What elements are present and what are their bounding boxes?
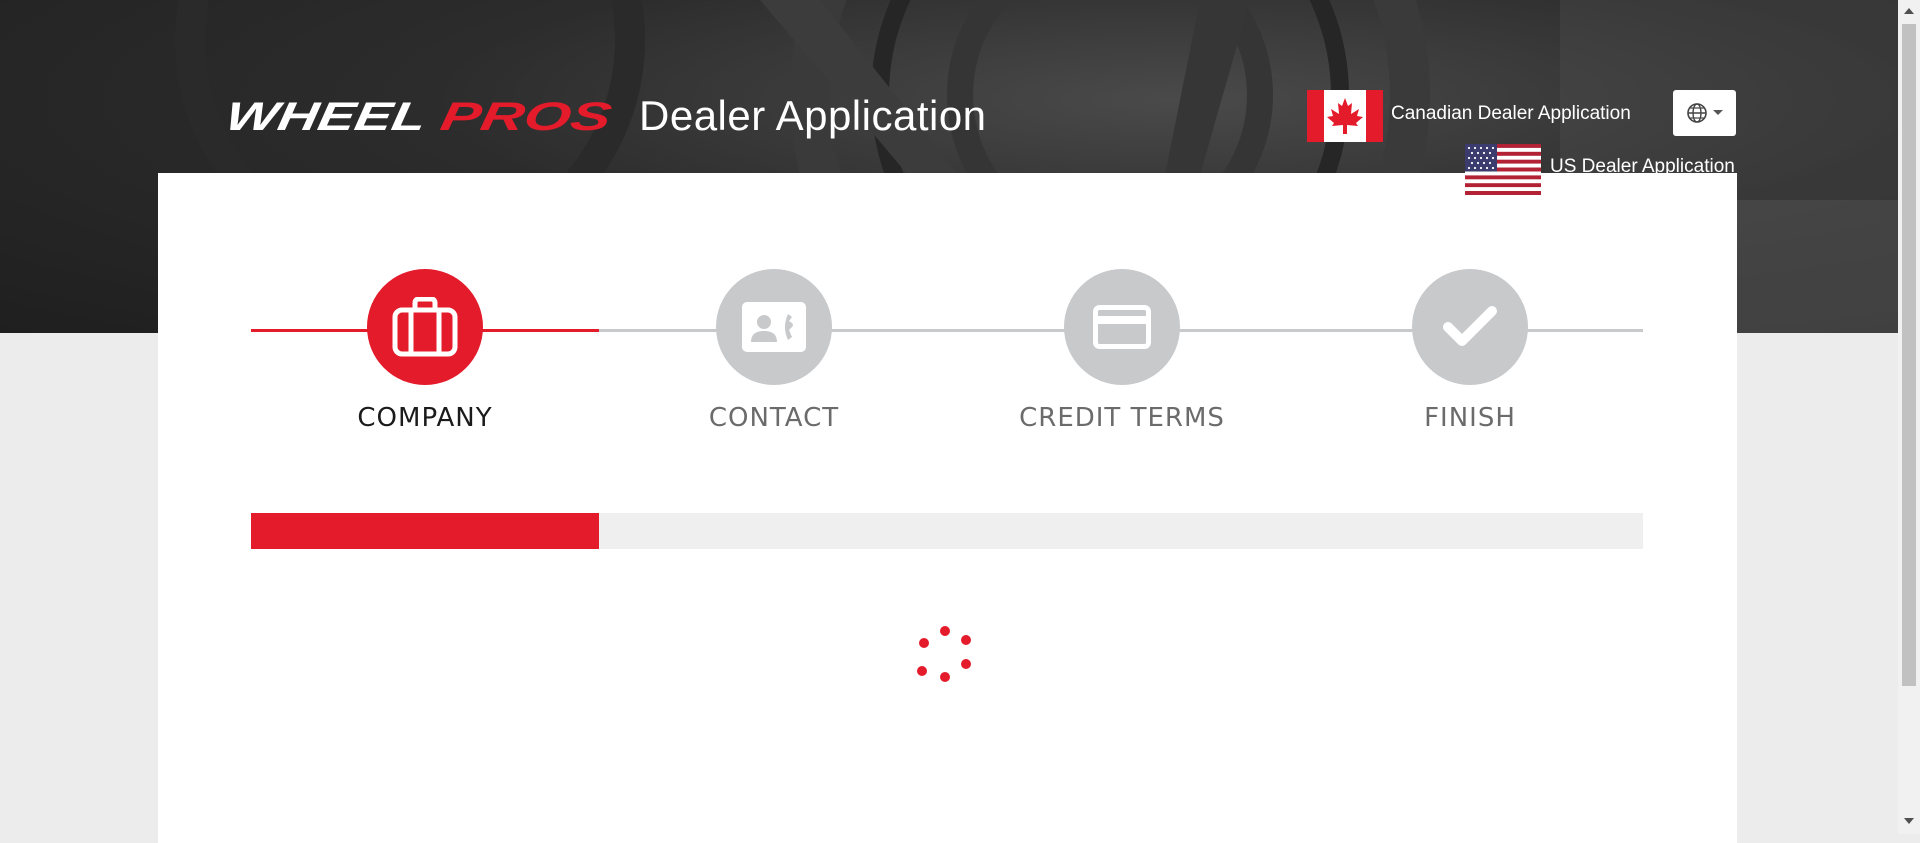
canada-flag-icon[interactable] [1307,90,1383,142]
globe-icon [1686,103,1707,123]
page-title: Dealer Application [639,92,987,139]
scrollbar-thumb[interactable] [1902,24,1916,686]
progress-bar [251,513,1643,549]
checkmark-icon [1443,306,1497,346]
step-finish[interactable] [1412,269,1528,385]
caret-down-icon [1712,110,1723,115]
step-label-finish: FINISH [1424,403,1516,433]
loading-spinner-icon [917,626,971,682]
canadian-dealer-link[interactable]: Canadian Dealer Application [1391,103,1631,125]
step-company[interactable] [367,269,483,385]
step-credit-terms[interactable] [1064,269,1180,385]
briefcase-icon [392,297,458,357]
svg-text:PROS: PROS [437,100,614,134]
progress-bar-fill [251,513,599,549]
step-contact[interactable] [716,269,832,385]
step-label-company: COMPANY [357,403,493,433]
vertical-scrollbar[interactable] [1898,0,1920,834]
wheelpros-logo: WHEEL PROS [229,100,614,134]
scroll-down-icon[interactable] [1904,818,1914,824]
us-dealer-link[interactable]: US Dealer Application [1550,156,1735,178]
step-label-contact: CONTACT [708,403,840,433]
language-selector-button[interactable] [1673,90,1736,136]
credit-card-icon [1093,305,1151,349]
application-card: COMPANY CONTACT CREDIT TERMS FINISH [158,173,1737,843]
scroll-up-icon[interactable] [1904,8,1914,14]
us-flag-icon[interactable] [1465,144,1541,195]
contact-card-icon [742,302,806,352]
step-label-credit-terms: CREDIT TERMS [1019,403,1225,433]
svg-text:WHEEL: WHEEL [229,100,430,134]
